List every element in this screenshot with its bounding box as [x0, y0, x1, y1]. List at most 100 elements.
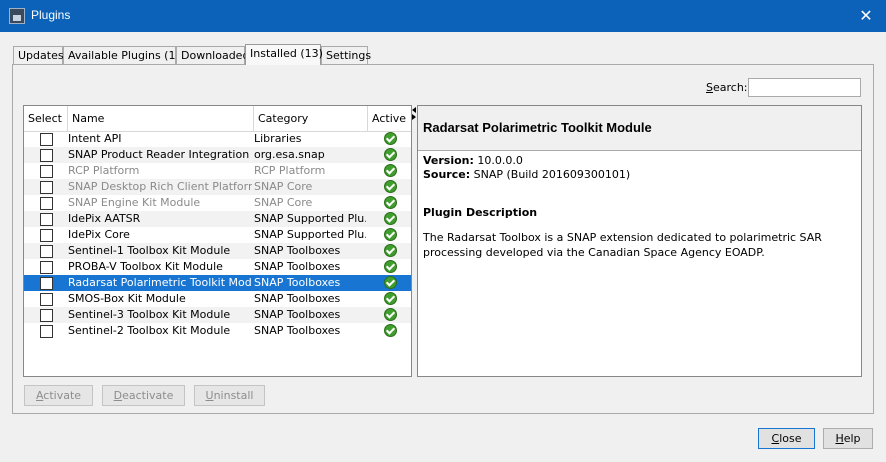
green-check-icon	[384, 244, 397, 257]
column-header-active[interactable]: Active	[368, 106, 411, 131]
source-line: Source: SNAP (Build 201609300101)	[423, 168, 630, 181]
source-label: Source:	[423, 168, 471, 181]
select-checkbox[interactable]	[40, 181, 53, 194]
plugin-category: SNAP Toolboxes	[254, 244, 341, 257]
plugin-name: SNAP Engine Kit Module	[68, 196, 201, 209]
green-check-icon	[384, 228, 397, 241]
column-header-select[interactable]: Select	[24, 106, 68, 131]
table-row[interactable]: SMOS-Box Kit Module SNAP Toolboxes	[24, 291, 411, 307]
activate-label: ctivate	[43, 389, 82, 402]
source-value: SNAP (Build 201609300101)	[473, 168, 631, 181]
green-check-icon	[384, 164, 397, 177]
plugin-name: IdePix Core	[68, 228, 130, 241]
table-row[interactable]: SNAP Desktop Rich Client Platform SNAP Co…	[24, 179, 411, 195]
plugin-name: PROBA-V Toolbox Kit Module	[68, 260, 223, 273]
table-row[interactable]: Intent API Libraries	[24, 131, 411, 147]
plugin-name: SNAP Product Reader Integration T...	[68, 148, 252, 161]
table-header: Select Name Category Active	[24, 106, 411, 132]
tab-downloaded[interactable]: Downloaded	[176, 46, 249, 65]
help-button[interactable]: Help	[823, 428, 873, 449]
table-row[interactable]: SNAP Engine Kit Module SNAP Core	[24, 195, 411, 211]
close-label: lose	[779, 432, 802, 445]
tab-updates[interactable]: Updates	[13, 46, 64, 65]
table-row[interactable]: PROBA-V Toolbox Kit Module SNAP Toolboxes	[24, 259, 411, 275]
select-checkbox[interactable]	[40, 245, 53, 258]
close-button[interactable]: Close	[758, 428, 815, 449]
plugin-name: Sentinel-3 Toolbox Kit Module	[68, 308, 231, 321]
plugin-name: Radarsat Polarimetric Toolkit Module	[68, 276, 252, 289]
select-checkbox[interactable]	[40, 165, 53, 178]
search-input[interactable]	[748, 78, 861, 97]
plugin-name: Intent API	[68, 132, 122, 145]
select-checkbox[interactable]	[40, 229, 53, 242]
plugin-category: SNAP Supported Plu...	[254, 228, 366, 241]
collapse-right-arrow-icon[interactable]	[412, 114, 416, 120]
plugins-table: Select Name Category Active Intent API Li…	[23, 105, 412, 377]
plugin-category: RCP Platform	[254, 164, 326, 177]
select-checkbox[interactable]	[40, 213, 53, 226]
plugin-detail-panel: Radarsat Polarimetric Toolkit Module Ver…	[417, 105, 862, 377]
plugin-category: SNAP Toolboxes	[254, 324, 341, 337]
green-check-icon	[384, 308, 397, 321]
green-check-icon	[384, 196, 397, 209]
table-row[interactable]: Radarsat Polarimetric Toolkit Module SNAP…	[24, 275, 411, 291]
version-line: Version: 10.0.0.0	[423, 154, 523, 167]
select-checkbox[interactable]	[40, 325, 53, 338]
plugin-category: SNAP Core	[254, 180, 313, 193]
table-row[interactable]: Sentinel-3 Toolbox Kit Module SNAP Toolbo…	[24, 307, 411, 323]
deactivate-label: eactivate	[122, 389, 174, 402]
help-mnemonic: H	[835, 432, 844, 445]
help-label: elp	[843, 432, 861, 445]
uninstall-label: ninstall	[213, 389, 254, 402]
table-row[interactable]: Sentinel-1 Toolbox Kit Module SNAP Toolbo…	[24, 243, 411, 259]
version-value: 10.0.0.0	[477, 154, 523, 167]
green-check-icon	[384, 324, 397, 337]
green-check-icon	[384, 148, 397, 161]
uninstall-mnemonic: U	[205, 389, 214, 402]
plugin-name: Sentinel-1 Toolbox Kit Module	[68, 244, 231, 257]
deactivate-mnemonic: D	[113, 389, 123, 402]
table-row[interactable]: SNAP Product Reader Integration T... org.…	[24, 147, 411, 163]
select-checkbox[interactable]	[40, 293, 53, 306]
activate-button[interactable]: Activate	[24, 385, 93, 406]
window-title: Plugins	[31, 8, 71, 22]
table-row[interactable]: IdePix Core SNAP Supported Plu...	[24, 227, 411, 243]
plugin-category: SNAP Supported Plu...	[254, 212, 366, 225]
select-checkbox[interactable]	[40, 133, 53, 146]
plugin-name: Sentinel-2 Toolbox Kit Module	[68, 324, 231, 337]
plugin-category: SNAP Toolboxes	[254, 276, 341, 289]
version-label: Version:	[423, 154, 474, 167]
plugin-category: SNAP Core	[254, 196, 313, 209]
plugin-name: RCP Platform	[68, 164, 140, 177]
select-checkbox[interactable]	[40, 277, 53, 290]
deactivate-button[interactable]: Deactivate	[102, 385, 185, 406]
table-row[interactable]: RCP Platform RCP Platform	[24, 163, 411, 179]
uninstall-button[interactable]: Uninstall	[194, 385, 265, 406]
plugin-name: SNAP Desktop Rich Client Platform	[68, 180, 252, 193]
tab-settings[interactable]: Settings	[321, 46, 371, 65]
green-check-icon	[384, 292, 397, 305]
select-checkbox[interactable]	[40, 149, 53, 162]
tab-available-plugins[interactable]: Available Plugins (18)	[63, 46, 187, 65]
search-label-mnemonic: S	[706, 81, 713, 94]
collapse-left-arrow-icon[interactable]	[412, 107, 416, 113]
select-checkbox[interactable]	[40, 261, 53, 274]
plugin-category: SNAP Toolboxes	[254, 292, 341, 305]
green-check-icon	[384, 260, 397, 273]
plugin-category: Libraries	[254, 132, 302, 145]
table-row[interactable]: IdePix AATSR SNAP Supported Plu...	[24, 211, 411, 227]
green-check-icon	[384, 212, 397, 225]
search-label-rest: earch:	[712, 81, 748, 94]
select-checkbox[interactable]	[40, 197, 53, 210]
plugin-name: IdePix AATSR	[68, 212, 141, 225]
plugin-category: SNAP Toolboxes	[254, 308, 341, 321]
close-icon[interactable]: ✕	[854, 4, 878, 28]
select-checkbox[interactable]	[40, 309, 53, 322]
column-header-category[interactable]: Category	[254, 106, 368, 131]
tab-installed[interactable]: Installed (13)	[245, 44, 323, 65]
green-check-icon	[384, 132, 397, 145]
table-row[interactable]: Sentinel-2 Toolbox Kit Module SNAP Toolbo…	[24, 323, 411, 339]
plugin-name: SMOS-Box Kit Module	[68, 292, 186, 305]
column-header-name[interactable]: Name	[68, 106, 254, 131]
description-heading: Plugin Description	[423, 206, 538, 219]
